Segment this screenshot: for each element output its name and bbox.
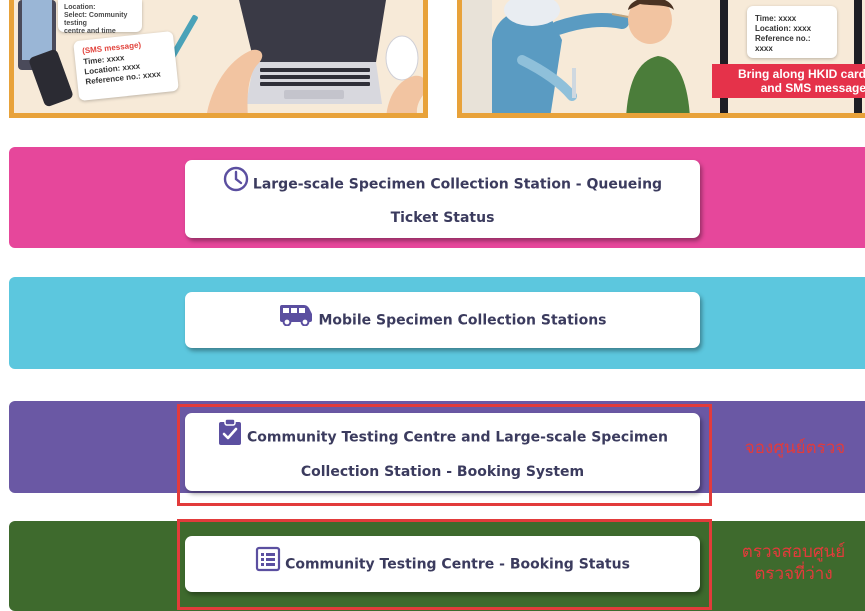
- sms-line-location: Location: xxxx: [755, 24, 812, 33]
- queueing-ticket-status-button[interactable]: Large-scale Specimen Collection Station …: [185, 160, 700, 238]
- hkid-reminder-line: Bring along HKID card: [737, 67, 865, 81]
- booking-thai-annotation: จองศูนย์ตรวจ: [744, 438, 846, 458]
- mobile-collection-stations-text: Mobile Specimen Collection Stations: [318, 312, 607, 328]
- sms-line-time: Time: xxxx: [755, 14, 797, 23]
- testing-illustration: Time: xxxx Location: xxxx Reference no.:…: [457, 0, 865, 118]
- selection-card: Location: Select: Community testing cent…: [58, 0, 142, 35]
- queueing-ticket-status-label: Large-scale Specimen Collection Station …: [223, 166, 662, 233]
- queueing-ticket-status-text: Ticket Status: [390, 209, 495, 226]
- booking-illustration: Location: Select: Community testing cent…: [9, 0, 428, 118]
- clock-icon: [223, 166, 249, 203]
- sms-message-note: Time: xxxx Location: xxxx Reference no.:…: [747, 6, 837, 58]
- selection-card-line: centre and time: [64, 28, 116, 35]
- van-icon: [278, 304, 314, 337]
- booking-system-highlight: [177, 404, 712, 506]
- hkid-reminder-line: and SMS message: [760, 81, 865, 95]
- mobile-collection-stations-button[interactable]: Mobile Specimen Collection Stations: [185, 292, 700, 348]
- queueing-ticket-status-text: Large-scale Specimen Collection Station …: [252, 176, 663, 192]
- hkid-reminder-banner: Bring along HKID card and SMS message: [712, 64, 865, 98]
- selection-card-line: Select: Community testing: [64, 12, 128, 27]
- sms-line-reference: Reference no.: xxxx: [755, 34, 811, 53]
- status-thai-annotation: ตรวจสอบศูนย์ ตรวจที่ว่าง: [722, 541, 865, 585]
- status-thai-annotation-line: ตรวจที่ว่าง: [754, 564, 833, 584]
- sms-message-note: (SMS message) Time: xxxx Location: xxxx …: [73, 30, 179, 102]
- selection-card-line: Location:: [64, 4, 96, 11]
- mobile-collection-stations-label: Mobile Specimen Collection Stations: [278, 304, 607, 337]
- booking-status-highlight: [177, 519, 712, 610]
- status-thai-annotation-line: ตรวจสอบศูนย์: [741, 542, 846, 562]
